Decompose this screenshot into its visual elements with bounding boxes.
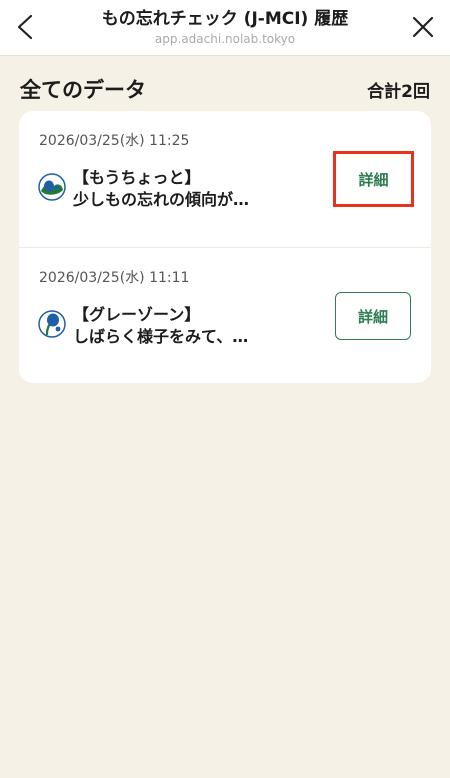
total-count: 合計2回: [367, 82, 430, 102]
result-summary: 少しもの忘れの傾向が…: [73, 190, 250, 209]
record-result: 【もうちょっと】 少しもの忘れの傾向が…: [73, 167, 249, 211]
history-record: 2026/03/25(水) 11:25 【もうちょっと】 少しもの忘れの傾向が……: [19, 111, 431, 247]
result-mascot-icon: [38, 310, 66, 338]
section-header: 全てのデータ 合計2回: [20, 74, 430, 102]
result-summary: しばらく様子をみて、…: [73, 327, 249, 346]
detail-button[interactable]: 詳細: [335, 292, 411, 340]
page-url: app.adachi.nolab.tokyo: [154, 32, 296, 46]
detail-button[interactable]: 詳細: [333, 151, 414, 207]
chevron-left-icon[interactable]: [14, 14, 38, 40]
header-title-group: もの忘れチェック (J-MCI) 履歴 app.adachi.nolab.tok…: [60, 8, 390, 47]
history-card: 2026/03/25(水) 11:25 【もうちょっと】 少しもの忘れの傾向が……: [19, 111, 431, 383]
result-mascot-icon: [38, 173, 66, 201]
header-bar: もの忘れチェック (J-MCI) 履歴 app.adachi.nolab.tok…: [0, 0, 450, 56]
close-icon[interactable]: [412, 16, 434, 38]
section-title: 全てのデータ: [20, 78, 146, 102]
result-tag: 【グレーゾーン】: [73, 305, 201, 324]
record-date: 2026/03/25(水) 11:11: [39, 270, 190, 286]
history-record: 2026/03/25(水) 11:11 【グレーゾーン】 しばらく様子をみて、……: [19, 247, 431, 383]
record-result: 【グレーゾーン】 しばらく様子をみて、…: [73, 304, 248, 348]
page-title: もの忘れチェック (J-MCI) 履歴: [101, 9, 349, 29]
result-tag: 【もうちょっと】: [73, 168, 201, 187]
record-date: 2026/03/25(水) 11:25: [39, 133, 190, 149]
